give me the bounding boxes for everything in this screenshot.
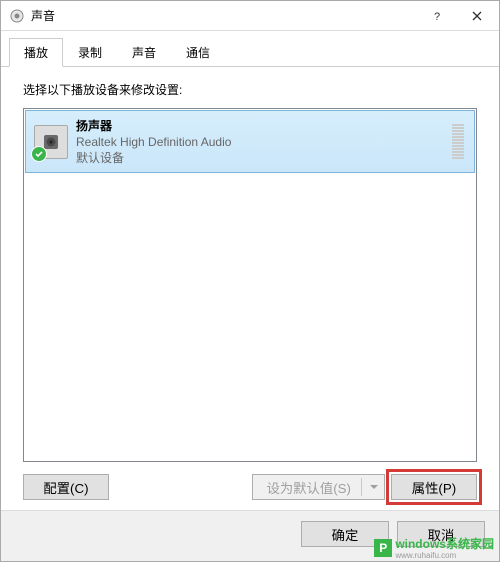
chevron-down-icon [370,485,378,489]
level-meter [452,124,466,159]
device-list[interactable]: 扬声器 Realtek High Definition Audio 默认设备 [23,108,477,462]
configure-button[interactable]: 配置(C) [23,474,109,500]
watermark: P windows系统家园 www.ruhaifu.com [368,533,500,562]
titlebar: 声音 ? [1,1,499,31]
speaker-icon [34,125,68,159]
tab-recording[interactable]: 录制 [63,38,117,67]
sound-app-icon [9,8,25,24]
window-title: 声音 [31,7,417,24]
bottom-button-row: 配置(C) 设为默认值(S) 属性(P) [23,474,477,500]
tab-playback[interactable]: 播放 [9,38,63,67]
properties-button[interactable]: 属性(P) [391,474,477,500]
close-button[interactable] [457,2,497,30]
svg-text:?: ? [434,11,440,21]
device-text: 扬声器 Realtek High Definition Audio 默认设备 [76,117,452,166]
watermark-flag-icon: P [374,539,392,557]
device-item[interactable]: 扬声器 Realtek High Definition Audio 默认设备 [25,110,475,173]
watermark-text: windows系统家园 www.ruhaifu.com [395,535,494,560]
device-description: Realtek High Definition Audio [76,135,452,149]
device-name: 扬声器 [76,117,452,134]
sound-dialog: 声音 ? 播放 录制 声音 通信 选择以下播放设备来修改设置: [0,0,500,562]
device-status: 默认设备 [76,149,452,166]
tab-content: 选择以下播放设备来修改设置: 扬声器 [1,67,499,510]
tabs: 播放 录制 声音 通信 [1,31,499,67]
set-default-label: 设为默认值(S) [267,478,351,497]
help-button[interactable]: ? [417,2,457,30]
window-controls: ? [417,2,497,30]
set-default-button: 设为默认值(S) [252,474,385,500]
instruction-text: 选择以下播放设备来修改设置: [23,81,477,98]
dropdown-separator [361,478,362,496]
default-badge-icon [31,146,47,162]
tab-sounds[interactable]: 声音 [117,38,171,67]
tab-communications[interactable]: 通信 [171,38,225,67]
